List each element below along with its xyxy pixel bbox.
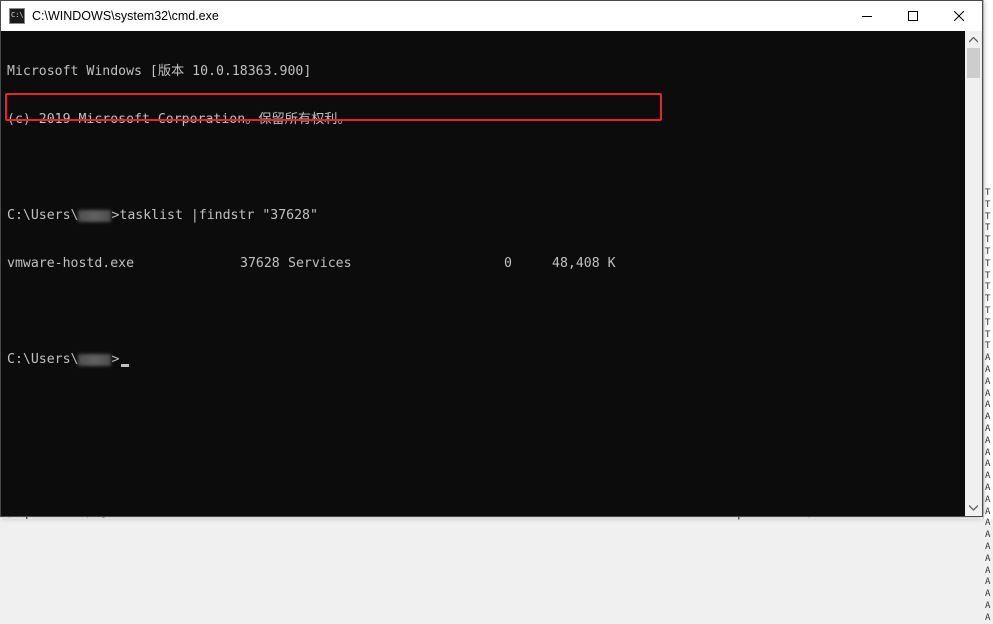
background-char: A bbox=[985, 530, 991, 541]
caption-buttons bbox=[844, 1, 982, 31]
background-char: A bbox=[985, 541, 991, 552]
background-char: A bbox=[985, 600, 991, 611]
scroll-down-button[interactable] bbox=[965, 499, 982, 516]
background-char: T bbox=[985, 282, 991, 293]
background-char: A bbox=[985, 612, 991, 623]
background-char: T bbox=[985, 246, 991, 257]
background-char: A bbox=[985, 506, 991, 517]
background-char: A bbox=[985, 482, 991, 493]
scroll-up-icon bbox=[969, 36, 978, 42]
background-char: A bbox=[985, 577, 991, 588]
background-char: A bbox=[985, 412, 991, 423]
minimize-icon bbox=[862, 16, 872, 17]
background-char: T bbox=[985, 341, 991, 352]
redacted-username bbox=[78, 210, 112, 222]
command-line: C:\Users\ >tasklist |findstr "37628" bbox=[7, 208, 965, 224]
background-char: T bbox=[985, 199, 991, 210]
background-char: A bbox=[985, 435, 991, 446]
scroll-down-icon bbox=[969, 504, 978, 511]
banner-line: Microsoft Windows [版本 10.0.18363.900] bbox=[7, 64, 965, 80]
background-char: T bbox=[985, 305, 991, 316]
redacted-username bbox=[78, 354, 112, 366]
result-mem-usage: 48,408 K bbox=[552, 256, 616, 271]
background-char: A bbox=[985, 553, 991, 564]
background-char: A bbox=[985, 400, 991, 411]
cmd-icon: C:\ bbox=[9, 8, 25, 24]
background-char: T bbox=[985, 235, 991, 246]
prompt-line[interactable]: C:\Users\ > bbox=[7, 352, 965, 368]
background-char: T bbox=[985, 188, 991, 198]
highlight-annotation bbox=[5, 93, 662, 121]
title-bar[interactable]: C:\ C:\WINDOWS\system32\cmd.exe bbox=[1, 1, 982, 31]
banner-version: Microsoft Windows [版本 10.0.18363.900] bbox=[7, 64, 312, 79]
background-char: T bbox=[985, 211, 991, 222]
command-prefix: C:\Users\ bbox=[7, 208, 79, 223]
close-icon bbox=[954, 11, 964, 21]
background-char: A bbox=[985, 388, 991, 399]
background-char: A bbox=[985, 376, 991, 387]
background-char: T bbox=[985, 258, 991, 269]
background-char: A bbox=[985, 471, 991, 482]
background-char: A bbox=[985, 423, 991, 434]
background-right-column: TTTTTTTTTTTTTTAAAAAAAAAAAAAAAAAAAAAAA bbox=[985, 188, 993, 624]
background-char: T bbox=[985, 329, 991, 340]
result-row: vmware-hostd.exe 37628 Services 0 48,408… bbox=[7, 256, 965, 272]
result-image-name: vmware-hostd.exe bbox=[7, 256, 135, 271]
background-char: A bbox=[985, 459, 991, 470]
result-session-name: Services bbox=[288, 256, 352, 271]
background-char: T bbox=[985, 270, 991, 281]
close-button[interactable] bbox=[936, 1, 982, 31]
result-pid: 37628 bbox=[240, 256, 280, 271]
background-char: T bbox=[985, 317, 991, 328]
background-char: A bbox=[985, 518, 991, 529]
background-char: A bbox=[985, 447, 991, 458]
text-cursor bbox=[121, 364, 130, 367]
window-title: C:\WINDOWS\system32\cmd.exe bbox=[32, 9, 219, 23]
background-char: A bbox=[985, 565, 991, 576]
command-text: >tasklist |findstr "37628" bbox=[111, 208, 318, 223]
cmd-window[interactable]: C:\ C:\WINDOWS\system32\cmd.exe Microsof… bbox=[0, 0, 983, 517]
scroll-up-button[interactable] bbox=[965, 31, 982, 48]
maximize-icon bbox=[908, 11, 918, 21]
background-char: A bbox=[985, 494, 991, 505]
result-session-number: 0 bbox=[504, 256, 512, 271]
vertical-scrollbar[interactable] bbox=[965, 31, 982, 516]
background-char: A bbox=[985, 364, 991, 375]
prompt-prefix: C:\Users\ bbox=[7, 352, 79, 367]
background-char: T bbox=[985, 223, 991, 234]
prompt-suffix: > bbox=[111, 352, 120, 367]
maximize-button[interactable] bbox=[890, 1, 936, 31]
background-char: T bbox=[985, 294, 991, 305]
background-char: A bbox=[985, 589, 991, 600]
minimize-button[interactable] bbox=[844, 1, 890, 31]
background-char: A bbox=[985, 353, 991, 364]
scroll-thumb[interactable] bbox=[967, 48, 980, 78]
